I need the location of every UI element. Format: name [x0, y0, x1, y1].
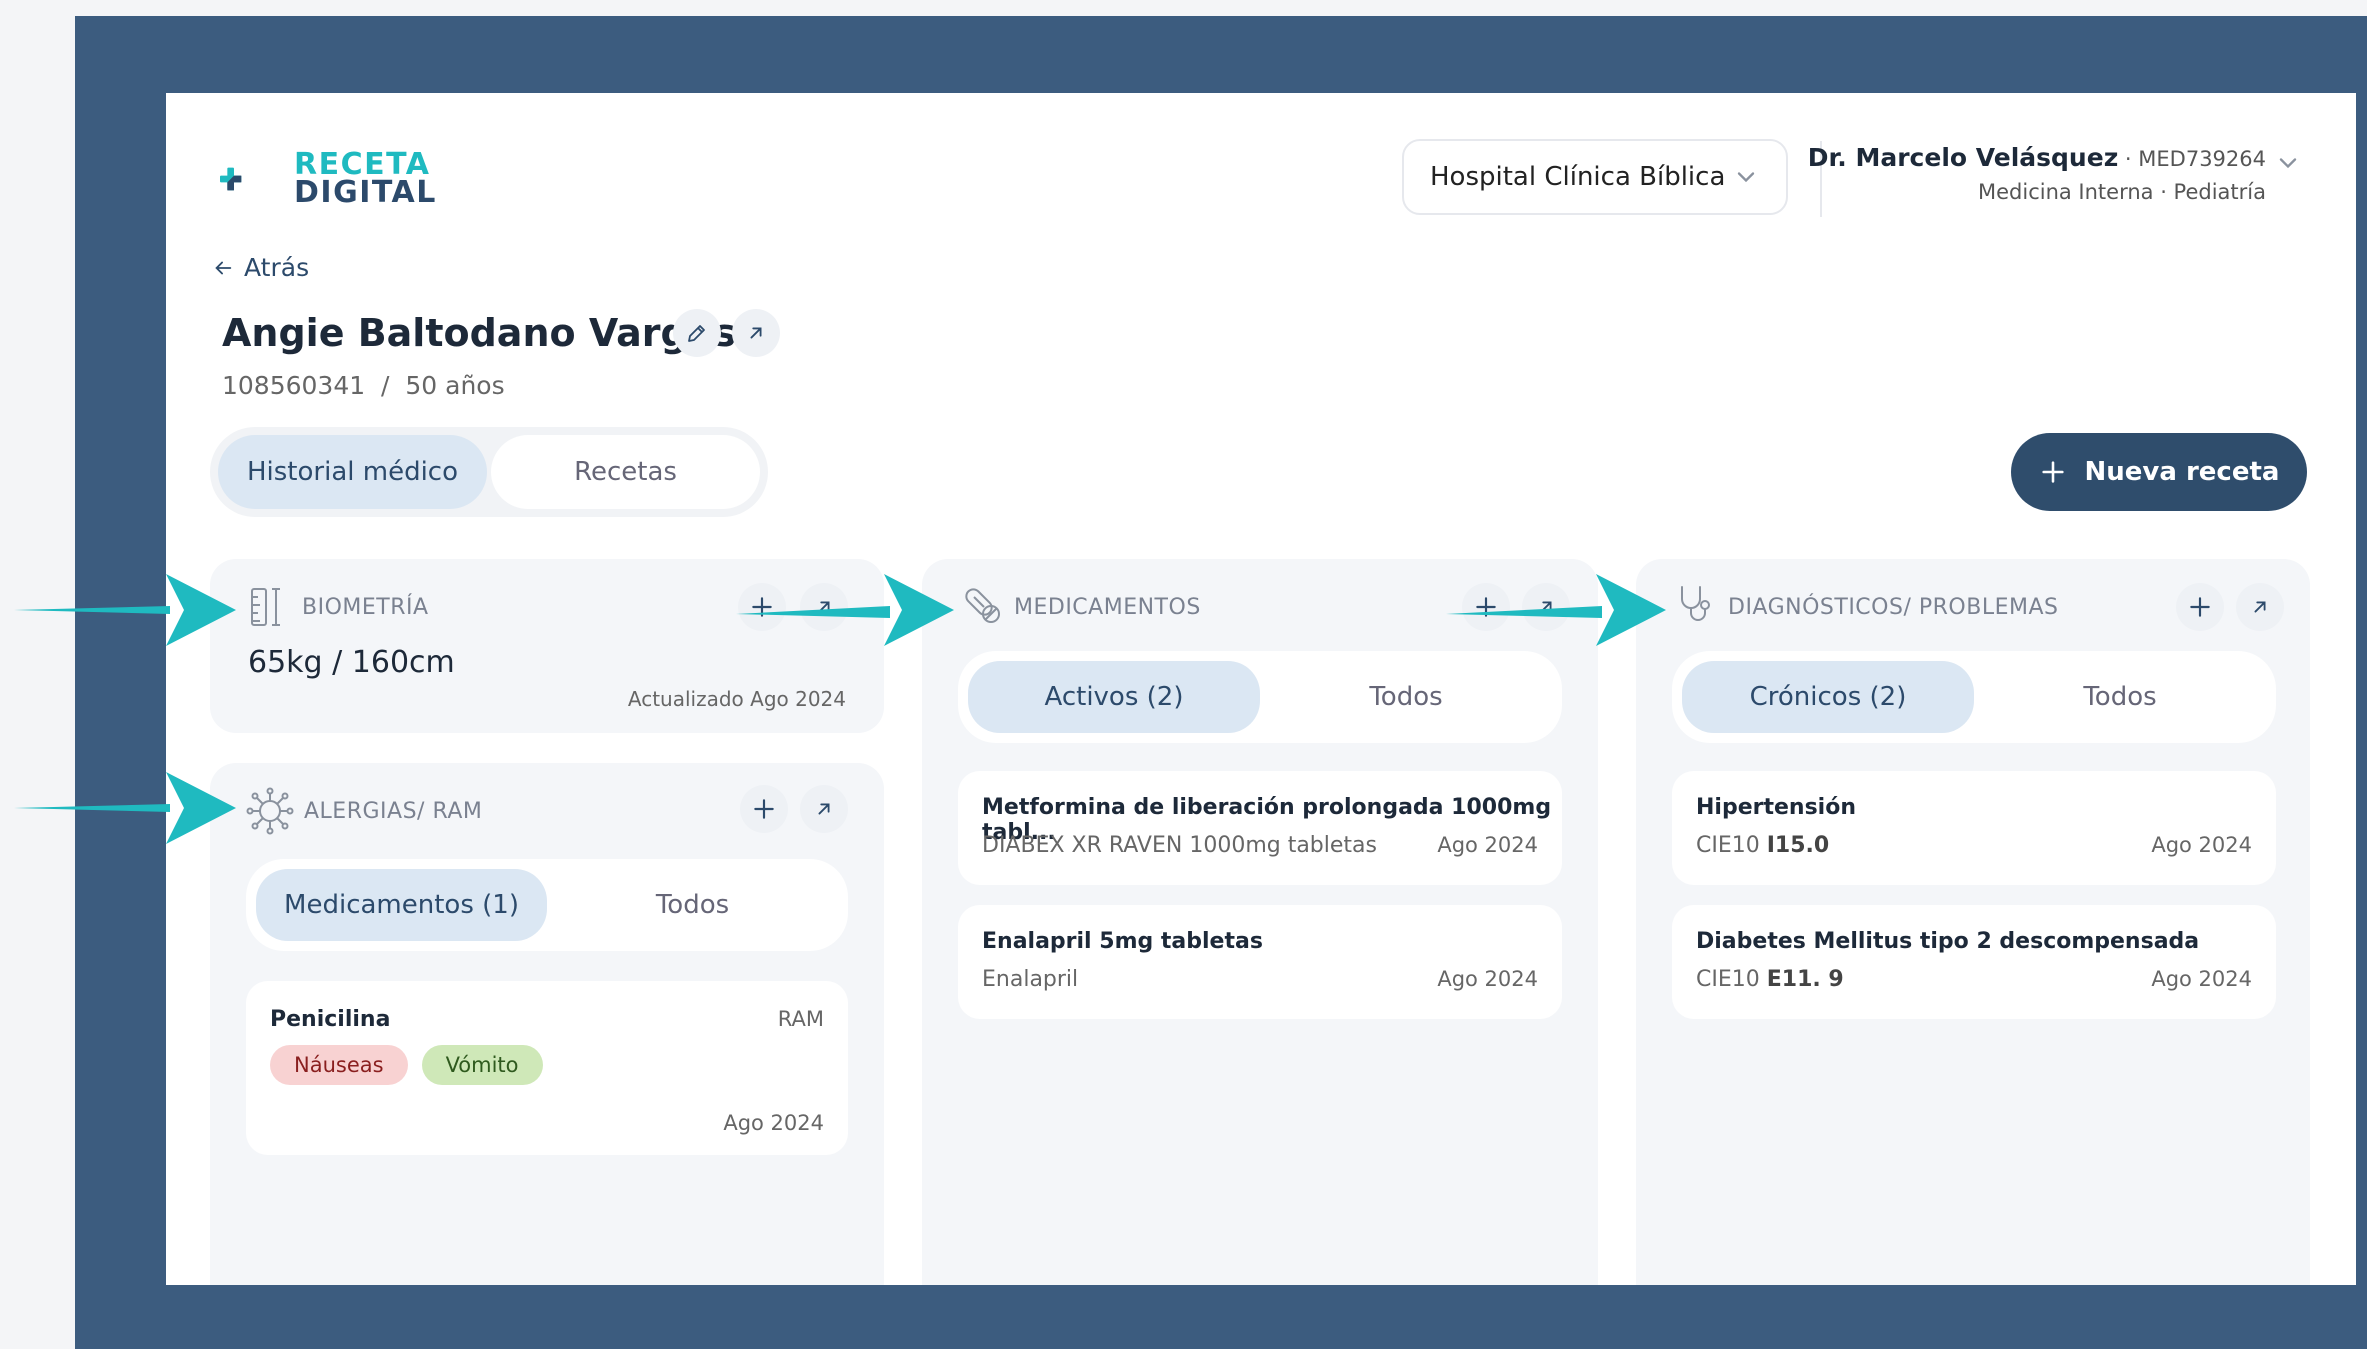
- arrow-annotation: [1446, 574, 1666, 646]
- arrow-annotation: [736, 574, 954, 646]
- arrow-annotation: [14, 574, 236, 646]
- arrow-annotation: [14, 772, 236, 844]
- annotation-arrows: [14, 574, 1666, 844]
